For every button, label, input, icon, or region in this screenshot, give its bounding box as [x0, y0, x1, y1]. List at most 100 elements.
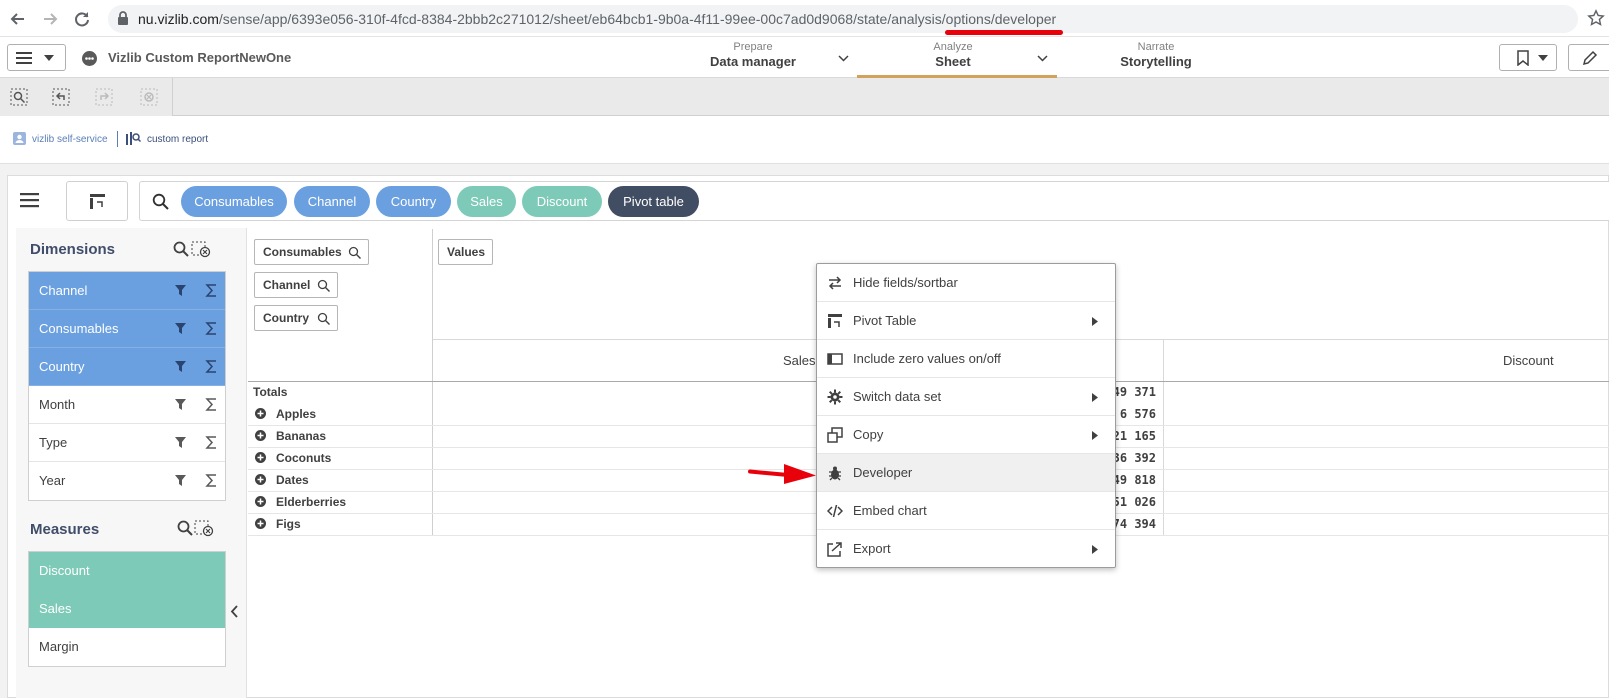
- menu-item-export[interactable]: Export: [817, 530, 1115, 568]
- expand-icon[interactable]: [255, 452, 266, 463]
- pill-consumables[interactable]: Consumables: [181, 186, 287, 217]
- url-text[interactable]: nu.vizlib.com/sense/app/6393e056-310f-4f…: [138, 11, 1056, 27]
- nav-prepare[interactable]: Prepare Data manager: [703, 41, 803, 69]
- dimension-item-label: Channel: [39, 283, 88, 298]
- app-icon: [82, 51, 97, 66]
- pill-discount[interactable]: Discount: [522, 186, 602, 217]
- pivot-row-label[interactable]: Elderberries: [276, 491, 346, 513]
- menu-item-embed-chart[interactable]: Embed chart: [817, 492, 1115, 530]
- forward-icon[interactable]: [40, 9, 60, 29]
- filter-icon[interactable]: [175, 475, 186, 486]
- filter-icon[interactable]: [175, 361, 186, 372]
- row-dim-channel[interactable]: Channel: [254, 272, 338, 298]
- menu-item-pivot-table[interactable]: Pivot Table: [817, 302, 1115, 340]
- dimension-item-channel[interactable]: Channel: [29, 272, 225, 310]
- filter-icon[interactable]: [175, 323, 186, 334]
- pivot-row-label[interactable]: Coconuts: [276, 447, 331, 469]
- column-header-discount[interactable]: Discount: [1503, 353, 1554, 368]
- menu-item-switch-data-set[interactable]: Switch data set: [817, 378, 1115, 416]
- step-forward-icon[interactable]: [95, 88, 113, 106]
- nav-narrate[interactable]: Narrate Storytelling: [1106, 41, 1206, 69]
- chevron-down-icon[interactable]: [1037, 55, 1048, 62]
- column-header-sales[interactable]: Sales: [783, 353, 816, 368]
- measure-item-label: Margin: [39, 639, 79, 654]
- filter-icon[interactable]: [175, 437, 186, 448]
- pill-country[interactable]: Country: [376, 186, 451, 217]
- filter-icon[interactable]: [175, 399, 186, 410]
- pivot-row-label[interactable]: Bananas: [276, 425, 326, 447]
- search-icon[interactable]: [177, 520, 193, 536]
- dimension-item-label: Type: [39, 435, 68, 450]
- menu-item-copy[interactable]: Copy: [817, 416, 1115, 454]
- panel-toggle-icon: [827, 351, 843, 367]
- search-icon: [317, 312, 330, 325]
- measure-item-discount[interactable]: Discount: [29, 552, 225, 590]
- dimension-item-year[interactable]: Year: [29, 462, 225, 500]
- pill-sales[interactable]: Sales: [457, 186, 516, 217]
- clear-dimensions-icon[interactable]: [191, 241, 211, 258]
- menu-item-label: Include zero values on/off: [853, 351, 1001, 366]
- search-icon[interactable]: [173, 241, 189, 257]
- sigma-icon[interactable]: [205, 436, 218, 449]
- back-icon[interactable]: [8, 9, 28, 29]
- sigma-icon[interactable]: [205, 284, 218, 297]
- edit-sheet-button[interactable]: [1568, 44, 1609, 71]
- menu-item-developer[interactable]: Developer: [817, 454, 1115, 492]
- pill-channel[interactable]: Channel: [294, 186, 370, 217]
- menu-item-label: Copy: [853, 427, 884, 442]
- chevron-down-icon[interactable]: [838, 55, 849, 62]
- dimensions-list: Channel Consumables Country Month Type Year: [28, 271, 226, 501]
- dimension-item-label: Year: [39, 473, 66, 488]
- row-dim-country[interactable]: Country: [254, 305, 338, 331]
- pivot-row-label[interactable]: Dates: [276, 469, 309, 491]
- bookmarks-button[interactable]: [1499, 44, 1557, 71]
- expand-icon[interactable]: [255, 430, 266, 441]
- bookmark-star-icon[interactable]: [1587, 9, 1605, 27]
- measure-item-margin[interactable]: Margin: [29, 628, 225, 666]
- dimension-item-consumables[interactable]: Consumables: [29, 310, 225, 348]
- nav-analyze[interactable]: Analyze Sheet: [903, 41, 1003, 69]
- menu-item-hide-fields-sortbar[interactable]: Hide fields/sortbar: [817, 264, 1115, 302]
- sigma-icon[interactable]: [205, 322, 218, 335]
- panel-menu-icon[interactable]: [20, 192, 39, 208]
- expand-icon[interactable]: [255, 518, 266, 529]
- menu-item-label: Export: [853, 541, 891, 556]
- row-dim-consumables[interactable]: Consumables: [254, 239, 369, 265]
- dimension-item-month[interactable]: Month: [29, 386, 225, 424]
- red-underline-annotation: [945, 30, 1063, 35]
- sigma-icon[interactable]: [205, 474, 218, 487]
- smart-search-icon[interactable]: [10, 88, 28, 106]
- menu-item-include-zero-values-on-off[interactable]: Include zero values on/off: [817, 340, 1115, 378]
- pencil-icon: [1582, 50, 1598, 66]
- collapse-panel-icon[interactable]: [230, 605, 239, 618]
- pill-pivot-table[interactable]: Pivot table: [608, 186, 699, 217]
- sigma-icon[interactable]: [205, 398, 218, 411]
- pivot-row-label[interactable]: Apples: [276, 403, 316, 425]
- dimension-item-country[interactable]: Country: [29, 348, 225, 386]
- search-icon: [348, 246, 361, 259]
- filter-icon[interactable]: [175, 285, 186, 296]
- pivot-divider: [432, 229, 433, 535]
- pivot-row-label[interactable]: Figs: [276, 513, 301, 535]
- pivot-layout-button[interactable]: [66, 181, 128, 221]
- clear-selections-icon[interactable]: [140, 88, 158, 106]
- submenu-arrow-icon: [1092, 431, 1098, 440]
- app-header: Vizlib Custom ReportNewOne Prepare Data …: [0, 37, 1609, 78]
- context-menu: Hide fields/sortbar Pivot Table Include ze…: [816, 263, 1116, 568]
- app-title: Vizlib Custom ReportNewOne: [108, 50, 292, 65]
- reload-icon[interactable]: [72, 9, 92, 29]
- step-back-icon[interactable]: [52, 88, 70, 106]
- menu-item-label: Pivot Table: [853, 313, 917, 328]
- expand-icon[interactable]: [255, 408, 266, 419]
- sigma-icon[interactable]: [205, 360, 218, 373]
- dimension-item-type[interactable]: Type: [29, 424, 225, 462]
- measures-list: Discount Sales Margin: [28, 551, 226, 667]
- expand-icon[interactable]: [255, 474, 266, 485]
- expand-icon[interactable]: [255, 496, 266, 507]
- search-icon[interactable]: [152, 193, 169, 210]
- global-menu-button[interactable]: [7, 44, 66, 71]
- values-chip[interactable]: Values: [438, 239, 493, 265]
- selection-tools: [0, 78, 173, 116]
- clear-measures-icon[interactable]: [194, 520, 214, 537]
- measure-item-sales[interactable]: Sales: [29, 590, 225, 628]
